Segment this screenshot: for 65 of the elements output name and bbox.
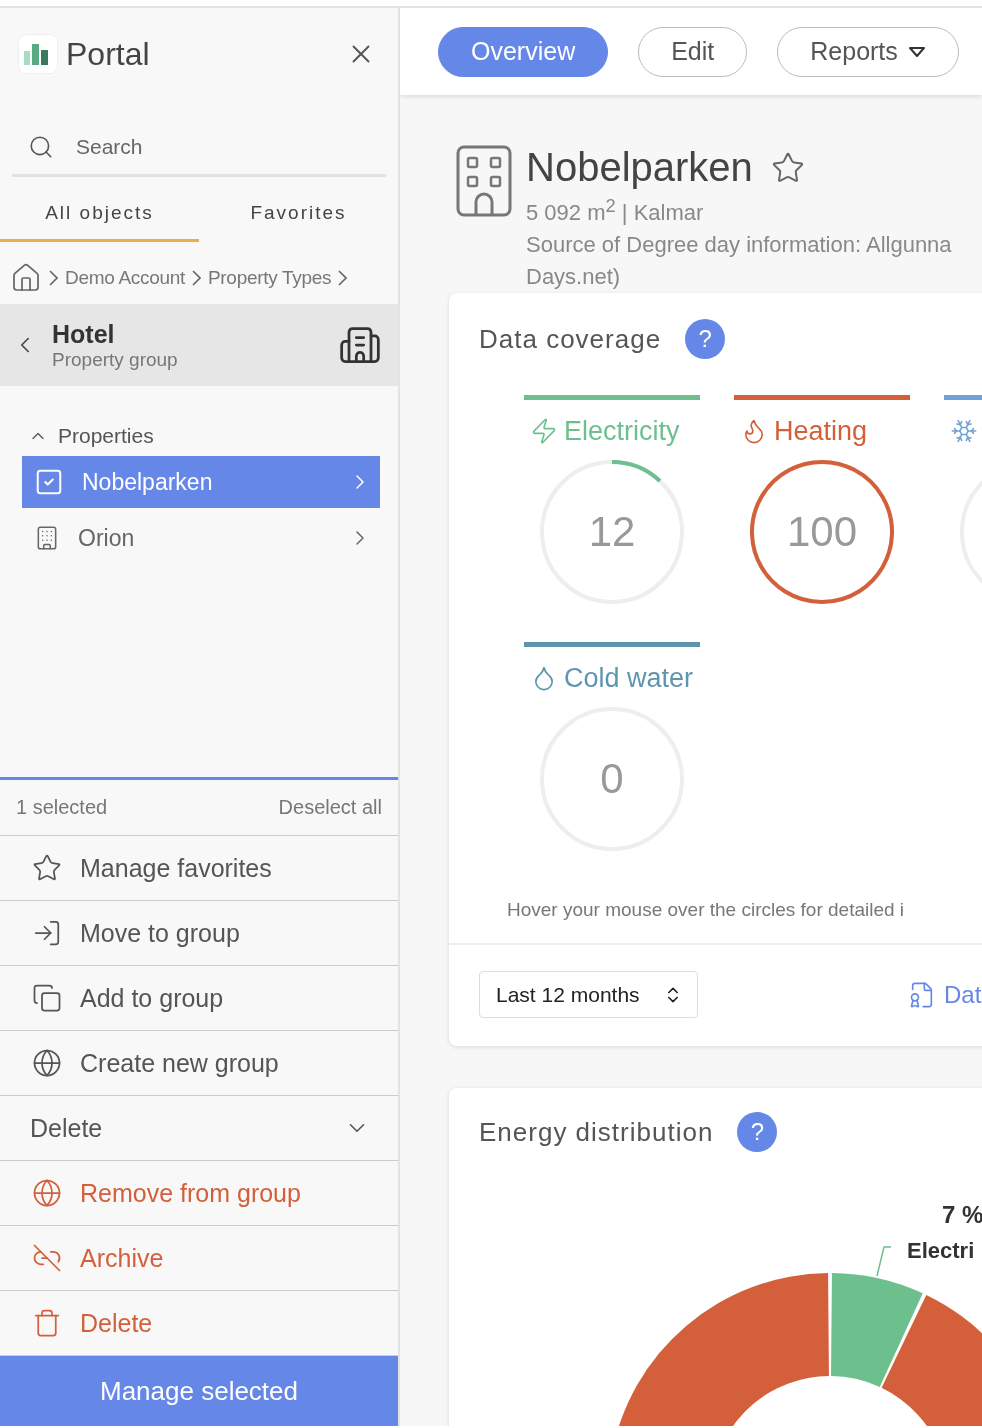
chevron-right-icon	[191, 270, 201, 286]
help-icon[interactable]: ?	[685, 319, 726, 360]
search-field[interactable]: Search	[74, 134, 274, 160]
property-area: 5 092 m$^{2}$ | Kalmar	[526, 190, 952, 230]
breadcrumb-link[interactable]: Demo Account	[65, 267, 185, 289]
home-icon[interactable]	[10, 262, 42, 294]
hover-hint: Hover your mouse over the circles for detailed i	[506, 898, 906, 923]
logo-icon	[18, 34, 58, 74]
degree-day-source: Days.net)	[526, 263, 622, 292]
action-item[interactable]: Move to group	[0, 901, 398, 966]
group-header[interactable]: Hotel Property group	[0, 304, 398, 386]
property-name: Nobelparken	[82, 468, 214, 496]
card-title: Data coverage	[479, 323, 662, 355]
degree-day-source: Source of Degree day information: Allgunna	[526, 231, 952, 260]
globe-icon	[32, 1048, 62, 1078]
copy-icon	[32, 983, 62, 1013]
period-select[interactable]: Last 12 months	[479, 971, 698, 1019]
login-icon	[32, 918, 62, 948]
property-item[interactable]: Nobelparken	[22, 456, 380, 508]
help-icon[interactable]: ?	[737, 1112, 778, 1153]
deselect-all-link[interactable]: Deselect all	[278, 796, 382, 819]
slice-name: Electri	[907, 1238, 975, 1264]
card-title: Energy distribution	[479, 1116, 714, 1148]
caret-icon	[907, 45, 926, 58]
gauge-value: 0	[600, 755, 624, 804]
tab[interactable]: Favorites	[199, 177, 398, 242]
action-item[interactable]: Remove from group	[0, 1161, 398, 1226]
trash-icon	[32, 1308, 62, 1338]
leader-line	[876, 1246, 892, 1278]
property-name: Orion	[78, 524, 136, 552]
data-link[interactable]: Dat	[908, 980, 982, 1009]
nav-tab[interactable]: Reports	[777, 26, 959, 77]
action-item[interactable]: Manage favorites	[0, 836, 398, 901]
section-toggle[interactable]: Delete	[0, 1096, 398, 1161]
properties-toggle[interactable]: Properties	[28, 424, 398, 448]
chevron-right-icon	[338, 270, 348, 286]
star-icon	[32, 853, 62, 883]
manage-selected-button[interactable]: Manage selected	[0, 1356, 398, 1426]
slice-share: 7 %	[942, 1201, 982, 1229]
globe-icon	[32, 1178, 62, 1208]
selection-count: 1 selected	[16, 796, 108, 819]
search-icon	[28, 134, 54, 160]
gauge-value: 12	[588, 508, 636, 557]
meter-label: Electricity	[564, 415, 680, 447]
property-title: Nobelparken	[526, 145, 753, 190]
meter-label: Heating	[774, 415, 868, 447]
group-name: Hotel	[52, 319, 116, 349]
nav-tab[interactable]: Overview	[438, 26, 609, 77]
checkbox-icon[interactable]	[34, 467, 64, 497]
star-icon[interactable]	[770, 150, 805, 185]
tab[interactable]: All objects	[0, 177, 199, 242]
action-item[interactable]: Archive	[0, 1226, 398, 1291]
group-type: Property group	[52, 348, 179, 371]
lightning-icon	[530, 417, 558, 446]
meter-label: Cold water	[564, 662, 694, 694]
gauge-value: 100	[786, 508, 858, 557]
nav-tab[interactable]: Edit	[638, 26, 748, 77]
broken-link-icon	[32, 1243, 62, 1273]
chevron-right-icon	[49, 270, 58, 286]
action-item[interactable]: Create new group	[0, 1031, 398, 1096]
breadcrumb-link[interactable]: Property Types	[207, 267, 332, 289]
app-title: Portal	[66, 35, 151, 73]
property-item[interactable]: Orion	[22, 512, 380, 564]
action-item[interactable]: Add to group	[0, 966, 398, 1031]
building-icon	[456, 145, 512, 217]
